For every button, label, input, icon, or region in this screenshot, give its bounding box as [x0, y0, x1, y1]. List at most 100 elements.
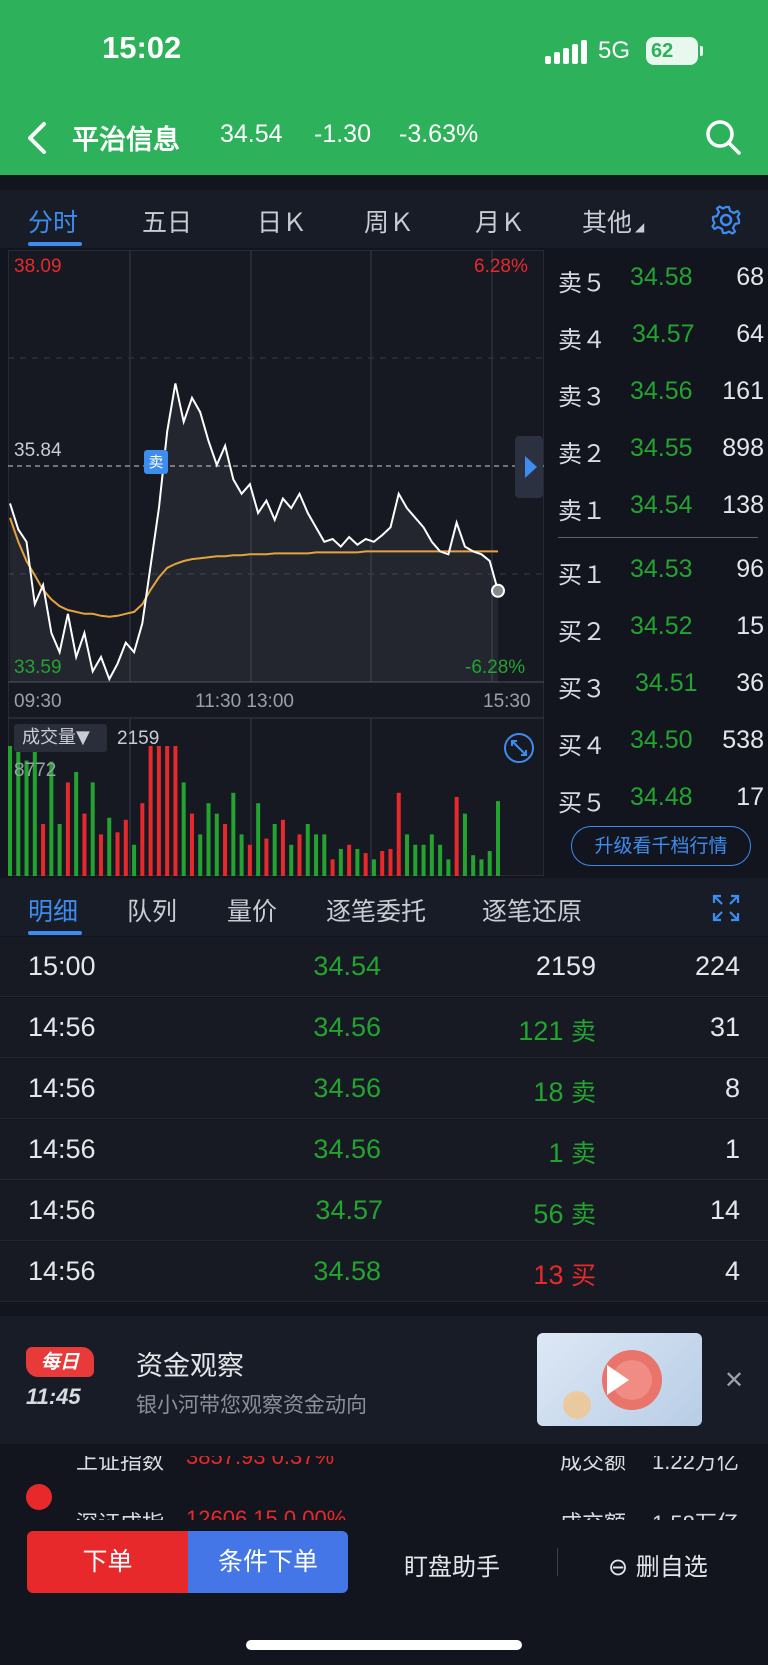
- trade-price: 34.56: [313, 1134, 381, 1164]
- battery-icon: 62: [646, 37, 703, 65]
- trade-side: 卖: [570, 1078, 596, 1107]
- sell-marker[interactable]: 卖: [144, 450, 168, 474]
- tab-other[interactable]: 其他 ◢: [582, 203, 644, 239]
- tab-daily-k[interactable]: 日Ｋ: [257, 203, 307, 239]
- volume-bar: [264, 838, 269, 876]
- trade-volume-cell: 13 买: [533, 1256, 596, 1292]
- tab-weekly-k[interactable]: 周Ｋ: [364, 203, 414, 239]
- header-price: 34.54: [220, 120, 283, 148]
- volume-bar: [198, 834, 203, 876]
- volume-bar: [280, 819, 285, 876]
- search-icon[interactable]: [704, 118, 742, 156]
- gear-icon[interactable]: [710, 204, 742, 236]
- trade-time: 14:56: [28, 1195, 96, 1225]
- close-icon[interactable]: ✕: [724, 1366, 744, 1394]
- trade-count: 4: [724, 1256, 740, 1286]
- volume-bar: [98, 834, 103, 876]
- trade-price: 34.57: [315, 1195, 383, 1225]
- volume-bar: [363, 853, 368, 876]
- volume-bar: [57, 824, 62, 876]
- ask-row[interactable]: 卖１ 34.54 138: [558, 491, 764, 525]
- watch-assistant-button[interactable]: 盯盘助手: [404, 1547, 500, 1582]
- trade-time: 15:00: [28, 951, 96, 981]
- bid-row[interactable]: 买１ 34.53 96: [558, 555, 764, 589]
- volume-bar: [429, 834, 434, 876]
- volume-bar: [479, 859, 484, 876]
- bid-row[interactable]: 买５ 34.48 17: [558, 783, 764, 817]
- remove-watchlist-button[interactable]: ⊖ 删自选: [608, 1547, 708, 1582]
- trade-row: 15:00 34.54 2159 224: [0, 937, 768, 997]
- volume-bar: [239, 834, 244, 876]
- tab-queue[interactable]: 队列: [127, 892, 177, 928]
- volume-bar: [256, 803, 261, 876]
- dropdown-icon: ◢: [635, 220, 645, 234]
- tab-order-by-order[interactable]: 逐笔委托: [326, 892, 426, 928]
- ask-price: 34.55: [630, 434, 693, 462]
- signal-icon: [545, 40, 587, 64]
- volume-bar: [446, 859, 451, 876]
- chart-time-end: 15:30: [483, 691, 531, 712]
- back-icon[interactable]: [22, 118, 54, 158]
- volume-bar: [289, 844, 294, 876]
- bid-volume: 15: [736, 612, 764, 640]
- trade-volume: 1: [548, 1138, 564, 1168]
- bid-label: 买２: [558, 618, 606, 646]
- order-book-divider: [558, 537, 758, 538]
- volume-bar: [330, 859, 335, 876]
- volume-bar: [388, 848, 393, 876]
- tab-monthly-k[interactable]: 月Ｋ: [475, 203, 525, 239]
- volume-bar: [471, 855, 476, 876]
- volume-bar: [314, 834, 319, 876]
- tab-underline: [28, 242, 82, 246]
- ask-row[interactable]: 卖３ 34.56 161: [558, 377, 764, 411]
- expand-arrow[interactable]: [515, 436, 543, 498]
- tab-five-day[interactable]: 五日: [142, 203, 192, 239]
- ticker-amount: 1.22万亿: [652, 1456, 739, 1474]
- tab-trade-restore[interactable]: 逐笔还原: [482, 892, 582, 928]
- trade-volume: 56: [533, 1199, 564, 1229]
- tab-intraday[interactable]: 分时: [28, 203, 78, 239]
- volume-bars: [8, 746, 500, 876]
- trade-count: 224: [694, 951, 740, 981]
- trade-count: 14: [709, 1195, 740, 1225]
- order-button[interactable]: 下单: [27, 1531, 188, 1593]
- chart-ref-price: 35.84: [14, 440, 62, 461]
- chart-time-start: 09:30: [14, 691, 62, 712]
- daily-badge: 每日: [26, 1347, 94, 1377]
- volume-bar: [396, 792, 401, 876]
- trade-price: 34.56: [313, 1012, 381, 1042]
- trade-side: 卖: [570, 1017, 596, 1046]
- volume-bar: [454, 796, 459, 876]
- bid-row[interactable]: 买２ 34.52 15: [558, 612, 764, 646]
- upgrade-depth-button[interactable]: 升级看千档行情: [571, 826, 751, 866]
- bid-row[interactable]: 买３ 34.51 36: [558, 669, 764, 703]
- bid-label: 买４: [558, 732, 606, 760]
- ask-row[interactable]: 卖４ 34.57 64: [558, 320, 764, 354]
- conditional-order-button[interactable]: 条件下单: [188, 1531, 348, 1593]
- chart-low-pct: -6.28%: [465, 657, 526, 678]
- volume-bar: [181, 782, 186, 876]
- trade-side: 买: [570, 1261, 596, 1290]
- tab-volume-price[interactable]: 量价: [227, 892, 277, 928]
- volume-bar: [487, 851, 492, 876]
- index-ticker[interactable]: 上证指数 3857.93 0.37% 成交额 1.22万亿 深证成指 12606…: [0, 1456, 768, 1522]
- rotate-icon[interactable]: [503, 732, 535, 764]
- battery-level: 62: [651, 40, 674, 62]
- volume-bar: [421, 844, 426, 876]
- header-change-pct: -3.63%: [399, 120, 479, 148]
- trade-time: 14:56: [28, 1012, 96, 1042]
- trade-time: 14:56: [28, 1256, 96, 1286]
- bid-row[interactable]: 买４ 34.50 538: [558, 726, 764, 760]
- bid-price: 34.52: [630, 612, 693, 640]
- volume-bar: [355, 848, 360, 876]
- ask-volume: 161: [722, 377, 764, 405]
- ask-row[interactable]: 卖２ 34.55 898: [558, 434, 764, 468]
- fullscreen-icon[interactable]: [711, 893, 741, 923]
- volume-selector[interactable]: 成交量▼: [14, 724, 107, 752]
- tab-detail[interactable]: 明细: [28, 892, 78, 928]
- ask-row[interactable]: 卖５ 34.58 68: [558, 263, 764, 297]
- banner-thumbnail[interactable]: [537, 1333, 702, 1426]
- banner-time: 11:45: [26, 1384, 81, 1409]
- detail-tab-underline: [28, 931, 82, 935]
- ask-volume: 64: [736, 320, 764, 348]
